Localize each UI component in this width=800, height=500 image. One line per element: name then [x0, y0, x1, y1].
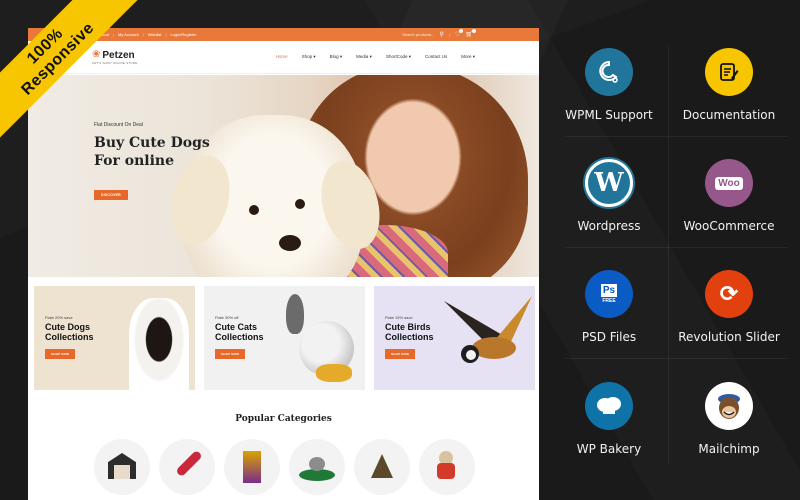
nav-shop[interactable]: Shop ▾ — [302, 54, 316, 60]
top-bar-actions: Search products... ⚲ | ♡ 🛒︎ — [402, 29, 476, 38]
feature-wpml: WPML Support — [549, 48, 669, 122]
discover-button[interactable]: DISCOVER — [94, 190, 128, 200]
feature-label: WPML Support — [565, 108, 653, 122]
feature-divider — [565, 247, 787, 248]
wishlist-count-badge — [459, 29, 464, 33]
popular-categories-list — [94, 439, 475, 495]
dog-under-towel-image — [129, 298, 189, 390]
promo-subtitle: Flate 15% save — [385, 315, 413, 320]
feature-documentation: Documentation — [669, 48, 789, 122]
shop-now-button[interactable]: SHOP NOW — [215, 349, 246, 359]
promo-text: Flate 15% save Cute Birds Collections SH… — [385, 315, 434, 360]
category-pet-house[interactable] — [94, 439, 150, 495]
promo-title: Cute Birds Collections — [385, 322, 434, 342]
wishlist-link[interactable]: Wishlist — [148, 32, 162, 37]
popular-categories-title: Popular Categories — [235, 414, 332, 424]
bird-image — [444, 296, 534, 371]
promo-birds[interactable]: Flate 15% save Cute Birds Collections SH… — [374, 286, 535, 390]
feature-label: Mailchimp — [698, 442, 760, 456]
responsive-ribbon: 100% Responsive — [0, 0, 140, 140]
dog-nose — [279, 235, 301, 251]
promo-subtitle: Flate 30% off — [215, 315, 239, 320]
hanging-toy-icon — [371, 454, 393, 478]
feature-divider — [565, 136, 787, 137]
feature-label: Wordpress — [577, 219, 641, 233]
wordpress-icon: W — [585, 159, 633, 207]
promo-dogs[interactable]: Flate 20% save Cute Dogs Collections SHO… — [34, 286, 195, 390]
feature-wpbakery: WP Bakery — [549, 382, 669, 456]
promo-cats[interactable]: Flate 30% off Cute Cats Collections SHOP… — [204, 286, 365, 390]
nav-more[interactable]: More ▾ — [461, 54, 475, 60]
category-hanging-toy[interactable] — [354, 439, 410, 495]
category-dog-jacket[interactable] — [419, 439, 475, 495]
nav-contact-us[interactable]: Contact Us — [425, 54, 447, 60]
nav-media[interactable]: Media ▾ — [356, 54, 372, 60]
promo-title: Cute Dogs Collections — [45, 322, 94, 342]
promo-banners: Flate 20% save Cute Dogs Collections SHO… — [34, 286, 535, 390]
mailchimp-icon — [705, 382, 753, 430]
wpml-icon — [585, 48, 633, 96]
nav-shortcode[interactable]: ShortCode ▾ — [386, 54, 411, 60]
feature-revolution-slider: ⟳ Revolution Slider — [669, 270, 789, 344]
feature-mailchimp: Mailchimp — [669, 382, 789, 456]
shop-now-button[interactable]: SHOP NOW — [45, 349, 76, 359]
hero-title-line-2: For online — [94, 153, 175, 169]
documentation-icon — [705, 48, 753, 96]
main-nav: Home Shop ▾ Blog ▾ Media ▾ ShortCode ▾ C… — [276, 54, 475, 60]
cat-bow-tie — [316, 364, 352, 382]
feature-label: WP Bakery — [576, 442, 642, 456]
feature-label: PSD Files — [581, 330, 637, 344]
category-cat-food[interactable] — [224, 439, 280, 495]
feature-label: WooCommerce — [683, 219, 775, 233]
dog-eye — [249, 205, 259, 215]
promo-subtitle: Flate 20% save — [45, 315, 73, 320]
login-register-link[interactable]: Login/Register — [171, 32, 197, 37]
category-cat-bed[interactable] — [289, 439, 345, 495]
feature-divider — [565, 358, 787, 359]
hero-dog-image — [162, 115, 389, 277]
search-icon[interactable]: ⚲ — [440, 31, 444, 38]
bone-toy-icon — [175, 449, 203, 478]
feature-psd: Ps FREE PSD Files — [549, 270, 669, 344]
psd-icon: Ps FREE — [585, 270, 633, 318]
cat-paw-image — [286, 294, 304, 334]
category-chew-toy[interactable] — [159, 439, 215, 495]
nav-home[interactable]: Home — [276, 54, 288, 60]
promo-title: Cute Cats Collections — [215, 322, 264, 342]
ribbon-text: 100% Responsive — [0, 0, 139, 140]
feature-wordpress: W Wordpress — [549, 159, 669, 233]
feature-woocommerce: Woo WooCommerce — [669, 159, 789, 233]
cat-food-bag-icon — [243, 451, 261, 483]
cart-count-badge — [472, 29, 476, 33]
feature-label: Revolution Slider — [678, 330, 780, 344]
revolution-slider-icon: ⟳ — [705, 270, 753, 318]
wishlist-heart-icon[interactable]: ♡ — [455, 29, 464, 38]
woocommerce-icon: Woo — [705, 159, 753, 207]
nav-blog[interactable]: Blog ▾ — [330, 54, 343, 60]
dog-eye — [295, 199, 305, 209]
promo-text: Flate 30% off Cute Cats Collections SHOP… — [215, 315, 264, 360]
cart-icon[interactable]: 🛒︎ — [465, 29, 476, 38]
shop-now-button[interactable]: SHOP NOW — [385, 349, 416, 359]
search-input[interactable]: Search products... — [402, 32, 434, 37]
wpbakery-icon — [585, 382, 633, 430]
promo-text: Flate 20% save Cute Dogs Collections SHO… — [45, 315, 94, 360]
feature-label: Documentation — [682, 108, 776, 122]
